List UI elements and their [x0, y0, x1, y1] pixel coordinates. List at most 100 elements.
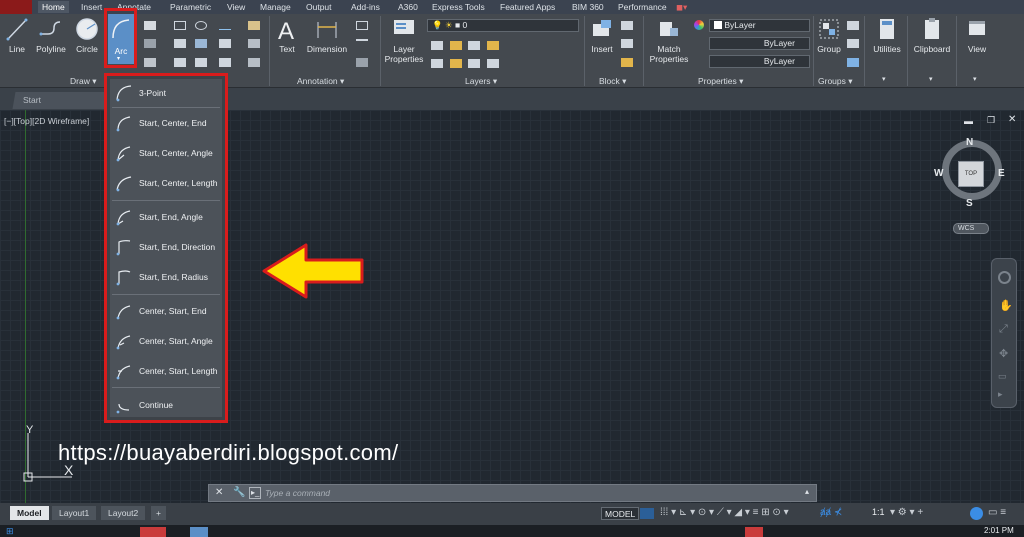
- erase-icon[interactable]: [248, 21, 260, 30]
- text-button[interactable]: A Text: [274, 16, 300, 54]
- ungroup-icon[interactable]: [847, 21, 859, 30]
- tab-layout2[interactable]: Layout2: [101, 506, 146, 520]
- linetype-combo[interactable]: ByLayer: [709, 55, 810, 68]
- tab-performance[interactable]: Performance: [618, 1, 667, 13]
- tab-insert[interactable]: Insert: [81, 1, 102, 13]
- tab-layout1[interactable]: Layout1: [52, 506, 97, 520]
- tab-a360[interactable]: A360: [398, 1, 418, 13]
- layer-freeze-icon[interactable]: [487, 41, 499, 50]
- arc-button[interactable]: Arc ▾: [108, 14, 134, 64]
- edit-attributes-icon[interactable]: [621, 58, 633, 67]
- tab-view[interactable]: View: [227, 1, 245, 13]
- circle-button[interactable]: Circle: [73, 16, 101, 54]
- viewport-controls-label[interactable]: [−][Top][2D Wireframe]: [4, 116, 89, 126]
- table-icon[interactable]: [356, 58, 368, 67]
- showmotion-icon[interactable]: ▭: [998, 371, 1007, 382]
- orbit-icon[interactable]: ✥: [999, 347, 1008, 360]
- compass-south[interactable]: S: [966, 198, 973, 209]
- mirror-icon[interactable]: [195, 39, 207, 48]
- snap-icon[interactable]: ⁞⁞⁞ ▾ ⊾ ▾ ⊙ ▾ ⟋ ▾ ◢ ▾ ≡ ⊞ ⊙ ▾: [660, 507, 789, 518]
- minimize-viewport-icon[interactable]: ▬: [964, 116, 973, 126]
- nav-bar-menu-icon[interactable]: ▸: [998, 389, 1003, 400]
- isolate-objects-icon[interactable]: [970, 507, 983, 520]
- tab-manage[interactable]: Manage: [260, 1, 291, 13]
- arc-menu-item[interactable]: Center, Start, Angle: [110, 328, 222, 354]
- viewcube-top-face[interactable]: TOP: [958, 161, 984, 187]
- linear-dim-icon[interactable]: [356, 21, 368, 30]
- arc-menu-item[interactable]: Start, Center, Length: [110, 170, 222, 196]
- grid-display-icon[interactable]: [640, 508, 654, 519]
- dimension-button[interactable]: Dimension: [303, 16, 351, 54]
- leader-icon[interactable]: [356, 39, 368, 48]
- tab-featured-apps[interactable]: Featured Apps: [500, 1, 555, 13]
- utilities-chevron-icon[interactable]: ▾: [882, 75, 886, 83]
- clipboard-button[interactable]: Clipboard: [909, 16, 955, 54]
- arc-menu-item[interactable]: Start, End, Angle: [110, 204, 222, 230]
- windows-start-icon[interactable]: ⊞: [6, 526, 14, 537]
- taskbar-app-icon[interactable]: [190, 527, 208, 537]
- array-icon[interactable]: [219, 58, 231, 67]
- line-button[interactable]: Line: [3, 16, 31, 54]
- properties-panel-title[interactable]: Properties ▾: [698, 75, 743, 87]
- layer-walk-icon[interactable]: [487, 59, 499, 68]
- layer-combo[interactable]: 💡 ☀ ■ 0: [427, 19, 579, 32]
- offset-icon[interactable]: [248, 58, 260, 67]
- command-close-icon[interactable]: ✕: [215, 487, 223, 498]
- view-button[interactable]: View: [960, 16, 994, 54]
- stretch-icon[interactable]: [174, 58, 186, 67]
- close-viewport-icon[interactable]: ✕: [1008, 114, 1016, 125]
- arc-menu-item[interactable]: 3-Point: [110, 80, 222, 106]
- layer-lock-icon[interactable]: [468, 59, 480, 68]
- layer-off-icon[interactable]: [468, 41, 480, 50]
- polyline-button[interactable]: Polyline: [33, 16, 69, 54]
- pan-icon[interactable]: ✋: [999, 299, 1013, 312]
- tab-model[interactable]: Model: [10, 506, 49, 520]
- move-icon[interactable]: [174, 21, 186, 30]
- view-chevron-icon[interactable]: ▾: [973, 75, 977, 83]
- arc-menu-item[interactable]: Start, Center, Angle: [110, 140, 222, 166]
- fillet-icon[interactable]: [219, 39, 231, 48]
- layer-properties-button[interactable]: Layer Properties: [384, 16, 424, 64]
- block-panel-title[interactable]: Block ▾: [599, 75, 626, 87]
- hatch-icon[interactable]: [144, 39, 156, 48]
- group-button[interactable]: Group: [815, 16, 843, 54]
- taskbar-app-icon[interactable]: [140, 527, 166, 537]
- edit-block-icon[interactable]: [621, 39, 633, 48]
- layer-state-icon[interactable]: [431, 41, 443, 50]
- fullscreen-icon[interactable]: ▭ ≡: [988, 507, 1006, 518]
- arc-menu-item[interactable]: Center, Start, End: [110, 298, 222, 324]
- explode-icon[interactable]: [248, 39, 260, 48]
- taskbar-autocad-icon[interactable]: [745, 527, 763, 537]
- compass-east[interactable]: E: [998, 168, 1005, 179]
- copy-icon[interactable]: [174, 39, 186, 48]
- annotation-scale[interactable]: 1:1: [872, 507, 885, 517]
- group-select-icon[interactable]: [847, 58, 859, 67]
- add-layout-button[interactable]: +: [151, 506, 166, 520]
- tab-output[interactable]: Output: [306, 1, 332, 13]
- match-properties-button[interactable]: Match Properties: [647, 16, 691, 64]
- tab-parametric[interactable]: Parametric: [170, 1, 211, 13]
- command-customize-icon[interactable]: 🔧: [233, 487, 245, 498]
- workspace-icon[interactable]: ▾ ⚙ ▾ +: [890, 507, 923, 518]
- clipboard-chevron-icon[interactable]: ▾: [929, 75, 933, 83]
- rectangle-icon[interactable]: [144, 21, 156, 30]
- annotation-panel-title[interactable]: Annotation ▾: [297, 75, 344, 87]
- groups-panel-title[interactable]: Groups ▾: [818, 75, 853, 87]
- steering-wheel-icon[interactable]: [998, 271, 1011, 284]
- command-prompt-icon[interactable]: ▸_: [249, 487, 262, 499]
- command-input[interactable]: Type a command: [265, 487, 805, 499]
- model-space-toggle[interactable]: MODEL: [601, 507, 640, 520]
- gradient-icon[interactable]: [144, 58, 156, 67]
- arc-menu-item[interactable]: Center, Start, Length: [110, 358, 222, 384]
- arc-menu-item[interactable]: Start, Center, End: [110, 110, 222, 136]
- create-block-icon[interactable]: [621, 21, 633, 30]
- layer-prev-icon[interactable]: [450, 59, 462, 68]
- arc-menu-item[interactable]: Continue: [110, 392, 222, 418]
- layer-match-icon[interactable]: [431, 59, 443, 68]
- tab-extras-icon[interactable]: ◼▾: [676, 1, 687, 13]
- draw-panel-title[interactable]: Draw ▾: [70, 75, 96, 87]
- group-edit-icon[interactable]: [847, 39, 859, 48]
- layer-iso-icon[interactable]: [450, 41, 462, 50]
- zoom-extents-icon[interactable]: ⤢: [999, 323, 1008, 336]
- arc-dropdown-chevron-icon[interactable]: ▾: [117, 55, 120, 62]
